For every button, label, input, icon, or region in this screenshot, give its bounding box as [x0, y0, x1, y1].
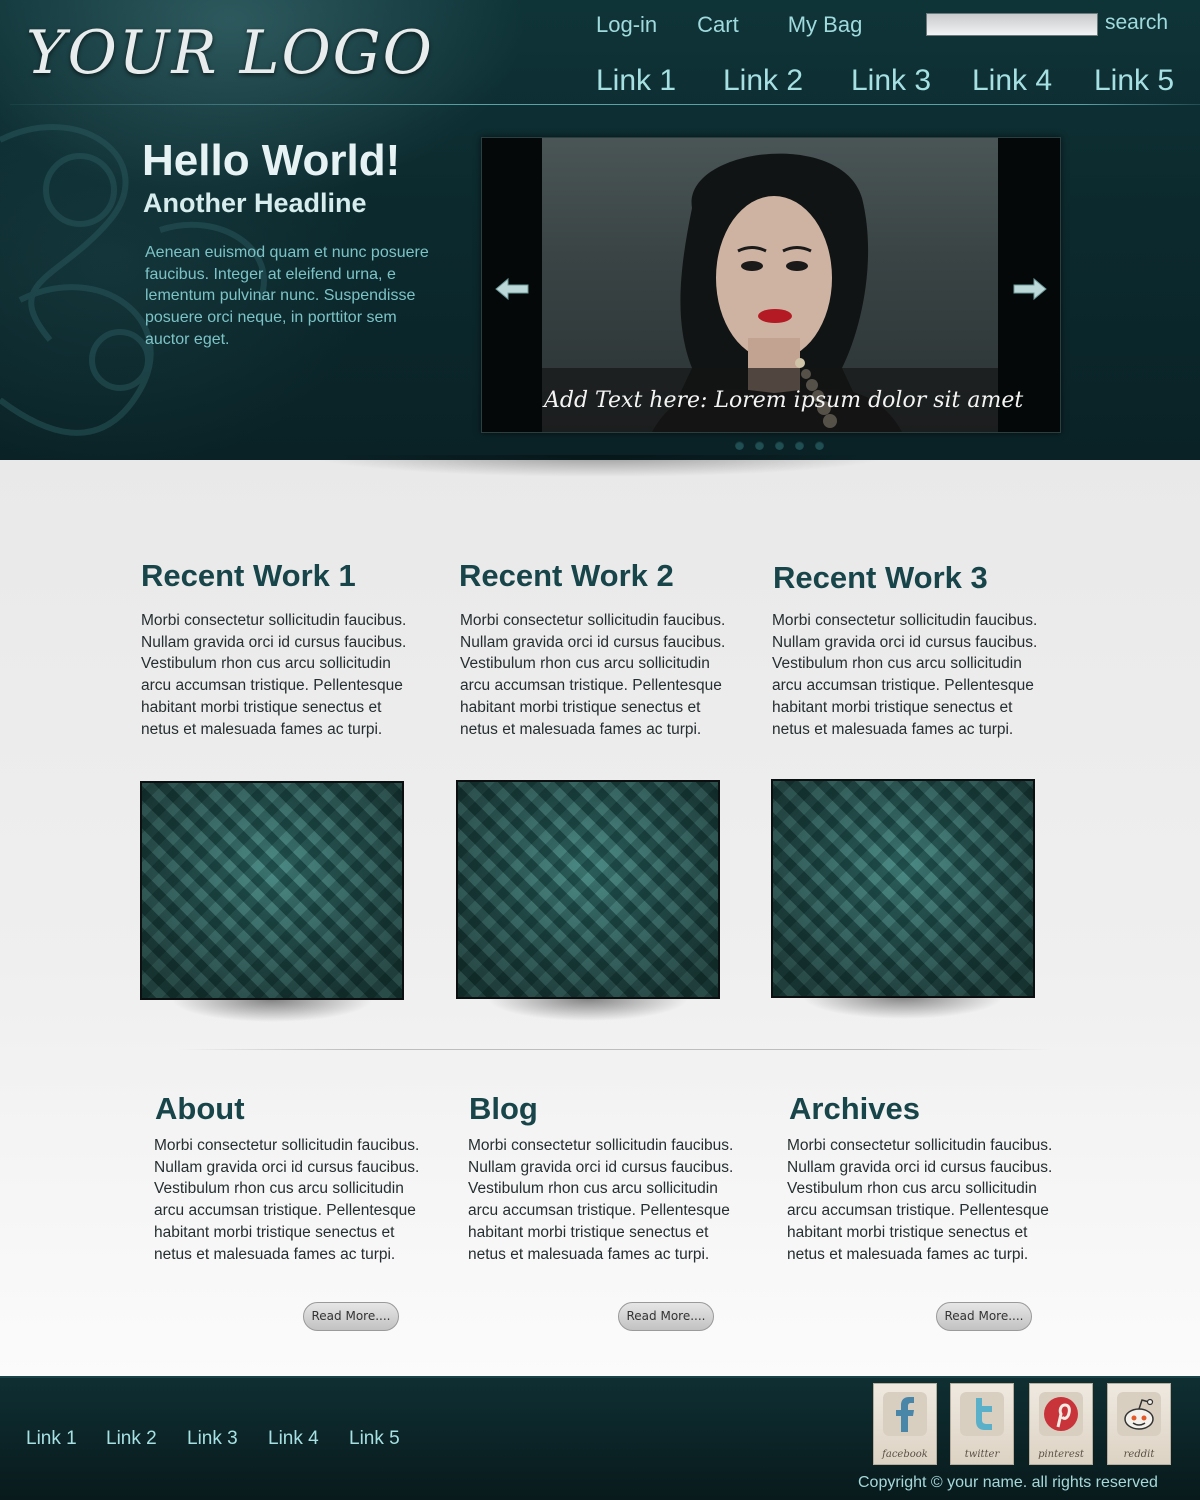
footer-link-1[interactable]: Link 1 — [26, 1428, 77, 1450]
section-divider — [180, 1049, 1050, 1050]
image-slider: Add Text here: Lorem ipsum dolor sit ame… — [481, 137, 1061, 433]
recent-work-image[interactable] — [456, 780, 720, 999]
twitter-icon — [960, 1392, 1004, 1436]
search-button[interactable]: search — [1105, 11, 1168, 35]
my-bag-link[interactable]: My Bag — [788, 12, 863, 38]
archives-read-more-button[interactable]: Read More.... — [936, 1302, 1032, 1331]
recent-work-text: Morbi consectetur sollicitudin faucibus.… — [141, 612, 407, 738]
recent-work-text: Morbi consectetur sollicitudin faucibus.… — [460, 612, 726, 738]
about-read-more-button[interactable]: Read More.... — [303, 1302, 399, 1331]
blog-text: Morbi consectetur sollicitudin faucibus.… — [468, 1137, 734, 1263]
arrow-right-icon[interactable] — [1010, 274, 1050, 304]
reddit-icon — [1117, 1392, 1161, 1436]
recent-work-text: Morbi consectetur sollicitudin faucibus.… — [772, 612, 1038, 738]
image-shadow — [172, 1000, 372, 1040]
slider-dot[interactable] — [775, 441, 784, 450]
facebook-button[interactable]: facebook — [873, 1383, 937, 1465]
copyright-text: Copyright © your name. all rights reserv… — [858, 1474, 1158, 1491]
slider-pagination — [735, 441, 835, 450]
site-header: YOUR LOGO Log-in Cart My Bag search Link… — [0, 0, 1200, 460]
recent-work-image[interactable] — [771, 779, 1035, 998]
blog-title: Blog — [469, 1091, 538, 1126]
site-logo[interactable]: YOUR LOGO — [26, 18, 434, 88]
nav-link-2[interactable]: Link 2 — [723, 64, 803, 98]
nav-link-1[interactable]: Link 1 — [596, 64, 676, 98]
slider-dot[interactable] — [755, 441, 764, 450]
about-title: About — [155, 1091, 245, 1126]
search-input[interactable] — [926, 13, 1098, 36]
archives-title: Archives — [789, 1091, 920, 1126]
recent-work-image[interactable] — [140, 781, 404, 1000]
header-divider — [10, 104, 1200, 105]
pinterest-button[interactable]: pinterest — [1029, 1383, 1093, 1465]
image-shadow — [803, 997, 1003, 1037]
footer-link-3[interactable]: Link 3 — [187, 1428, 238, 1450]
site-footer: Link 1 Link 2 Link 3 Link 4 Link 5 faceb… — [0, 1376, 1200, 1500]
about-text: Morbi consectetur sollicitudin faucibus.… — [154, 1137, 420, 1263]
cart-link[interactable]: Cart — [697, 12, 739, 38]
hero-subtitle: Another Headline — [143, 188, 367, 218]
footer-link-5[interactable]: Link 5 — [349, 1428, 400, 1450]
facebook-label: facebook — [882, 1449, 928, 1460]
recent-work-title: Recent Work 1 — [141, 558, 356, 593]
recent-work-title: Recent Work 2 — [459, 558, 674, 593]
arrow-left-icon[interactable] — [492, 274, 532, 304]
facebook-icon — [883, 1392, 927, 1436]
nav-link-3[interactable]: Link 3 — [851, 64, 931, 98]
reddit-button[interactable]: reddit — [1107, 1383, 1171, 1465]
login-link[interactable]: Log-in — [596, 12, 657, 38]
account-nav: Log-in Cart My Bag — [596, 12, 896, 38]
hero-text: Aenean euismod quam et nunc posuere fauc… — [145, 244, 429, 348]
slider-dot[interactable] — [795, 441, 804, 450]
nav-link-4[interactable]: Link 4 — [972, 64, 1052, 98]
header-shadow — [310, 455, 890, 495]
hero-title: Hello World! — [142, 136, 401, 185]
twitter-button[interactable]: twitter — [950, 1383, 1014, 1465]
recent-work-title: Recent Work 3 — [773, 560, 988, 595]
footer-link-2[interactable]: Link 2 — [106, 1428, 157, 1450]
image-shadow — [488, 999, 688, 1039]
slider-dot[interactable] — [815, 441, 824, 450]
footer-link-4[interactable]: Link 4 — [268, 1428, 319, 1450]
reddit-label: reddit — [1123, 1449, 1155, 1460]
slider-caption: Add Text here: Lorem ipsum dolor sit ame… — [544, 388, 1024, 413]
archives-text: Morbi consectetur sollicitudin faucibus.… — [787, 1137, 1053, 1263]
nav-link-5[interactable]: Link 5 — [1094, 64, 1174, 98]
blog-read-more-button[interactable]: Read More.... — [618, 1302, 714, 1331]
twitter-label: twitter — [964, 1449, 1000, 1460]
slider-dot[interactable] — [735, 441, 744, 450]
pinterest-icon — [1039, 1392, 1083, 1436]
pinterest-label: pinterest — [1038, 1449, 1084, 1460]
